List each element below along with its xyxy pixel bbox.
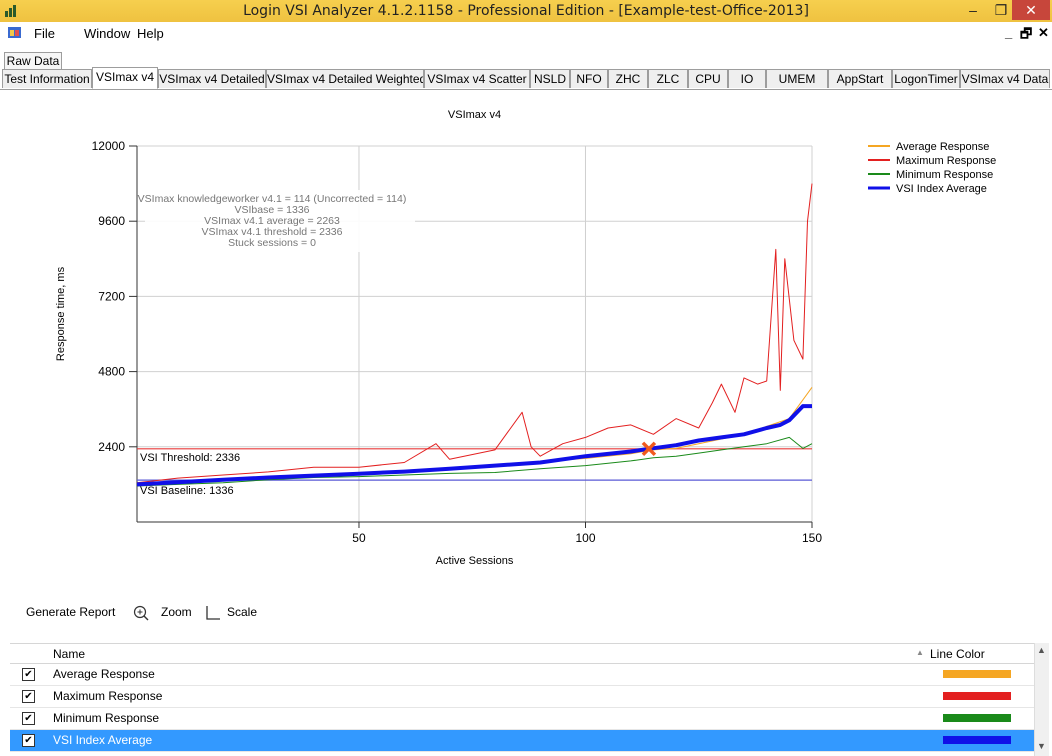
series-row[interactable]: ✔ VSI Index Average xyxy=(10,730,1036,752)
reference-line-label: VSI Threshold: 2336 xyxy=(140,452,240,464)
tab-zlc[interactable]: ZLC xyxy=(648,69,688,88)
reference-line-label: VSI Baseline: 1336 xyxy=(140,485,234,497)
y-tick-label: 4800 xyxy=(98,365,125,379)
menu-file[interactable]: File xyxy=(34,26,55,41)
legend-label: Maximum Response xyxy=(896,155,996,167)
generate-report-button[interactable]: Generate Report xyxy=(26,605,115,625)
series-checkbox[interactable]: ✔ xyxy=(22,712,35,725)
y-tick-label: 12000 xyxy=(92,139,126,153)
x-axis-label: Active Sessions xyxy=(436,555,514,567)
series-line xyxy=(136,387,813,485)
chart-title: VSImax v4 xyxy=(448,109,501,121)
sort-up-icon: ▲ xyxy=(916,648,924,657)
series-name: VSI Index Average xyxy=(53,733,153,747)
menu-bar: File Window Help _ 🗗 ✕ xyxy=(0,22,1052,44)
tab-cpu[interactable]: CPU xyxy=(688,69,728,88)
tab-io[interactable]: IO xyxy=(728,69,766,88)
series-list-header: Name ▲ Line Color xyxy=(10,643,1045,664)
menu-help[interactable]: Help xyxy=(137,26,164,41)
series-name: Average Response xyxy=(53,667,155,681)
line-color-swatch xyxy=(943,670,1011,678)
tab-test-information[interactable]: Test Information xyxy=(2,69,92,88)
list-scrollbar[interactable]: ▲ ▼ xyxy=(1034,643,1049,756)
x-tick-label: 100 xyxy=(575,531,595,545)
close-button[interactable]: ✕ xyxy=(1012,0,1050,20)
series-name: Maximum Response xyxy=(53,689,163,703)
document-icon[interactable] xyxy=(8,27,21,38)
tab-vsimax-v4-detailed[interactable]: VSImax v4 Detailed xyxy=(158,69,266,88)
tab-zhc[interactable]: ZHC xyxy=(608,69,648,88)
y-tick-label: 7200 xyxy=(98,289,125,303)
y-axis-label: Response time, ms xyxy=(55,266,67,361)
legend-label: Minimum Response xyxy=(896,169,993,181)
scale-icon[interactable] xyxy=(205,605,221,621)
tab-nfo[interactable]: NFO xyxy=(570,69,608,88)
tab-appstart[interactable]: AppStart xyxy=(828,69,892,88)
series-row[interactable]: ✔ Minimum Response xyxy=(10,708,1036,730)
mdi-restore-button[interactable]: 🗗 xyxy=(1020,25,1032,47)
scale-button[interactable]: Scale xyxy=(227,605,257,625)
tab-logontimer[interactable]: LogonTimer xyxy=(892,69,960,88)
tab-strip: Test Information VSImax v4 VSImax v4 Det… xyxy=(0,67,1052,90)
series-checkbox[interactable]: ✔ xyxy=(22,668,35,681)
scroll-up-icon[interactable]: ▲ xyxy=(1037,645,1046,655)
series-row[interactable]: ✔ Average Response xyxy=(10,664,1036,686)
line-color-swatch xyxy=(943,714,1011,722)
legend-label: VSI Index Average xyxy=(896,183,987,195)
tab-vsimax-v4-data[interactable]: VSImax v4 Data xyxy=(960,69,1050,88)
line-color-swatch xyxy=(943,692,1011,700)
title-bar: Login VSI Analyzer 4.1.2.1158 - Professi… xyxy=(0,0,1052,22)
line-color-swatch xyxy=(943,736,1011,744)
zoom-button[interactable]: Zoom xyxy=(161,605,192,625)
x-tick-label: 150 xyxy=(802,531,822,545)
mdi-close-button[interactable]: ✕ xyxy=(1038,25,1049,41)
series-checkbox[interactable]: ✔ xyxy=(22,734,35,747)
tab-vsimax-v4-scatter[interactable]: VSImax v4 Scatter xyxy=(424,69,530,88)
y-tick-label: 2400 xyxy=(98,440,125,454)
name-column-header[interactable]: Name xyxy=(53,647,85,661)
line-color-column-header[interactable]: Line Color xyxy=(930,647,985,661)
x-tick-label: 50 xyxy=(352,531,366,545)
minimize-button[interactable]: – xyxy=(960,0,986,20)
legend-label: Average Response xyxy=(896,141,989,153)
scroll-down-icon[interactable]: ▼ xyxy=(1037,741,1046,751)
annotation-text: Stuck sessions = 0 xyxy=(228,237,316,249)
vsimax-chart: VSImax v4 2400 4800 7200 9600 12000 50 100 150 Ac… xyxy=(55,109,996,567)
maximize-button[interactable]: ❐ xyxy=(988,0,1014,20)
menu-window[interactable]: Window xyxy=(84,26,130,41)
series-checkbox[interactable]: ✔ xyxy=(22,690,35,703)
tab-umem[interactable]: UMEM xyxy=(766,69,828,88)
tab-vsimax-v4[interactable]: VSImax v4 xyxy=(92,67,158,89)
mdi-minimize-button[interactable]: _ xyxy=(1005,25,1012,40)
window-title: Login VSI Analyzer 4.1.2.1158 - Professi… xyxy=(243,3,809,19)
zoom-icon[interactable] xyxy=(133,605,149,621)
tab-vsimax-v4-detailed-weighted[interactable]: VSImax v4 Detailed Weighted xyxy=(266,69,424,88)
tab-nsld[interactable]: NSLD xyxy=(530,69,570,88)
series-name: Minimum Response xyxy=(53,711,160,725)
y-tick-label: 9600 xyxy=(98,214,125,228)
series-row[interactable]: ✔ Maximum Response xyxy=(10,686,1036,708)
